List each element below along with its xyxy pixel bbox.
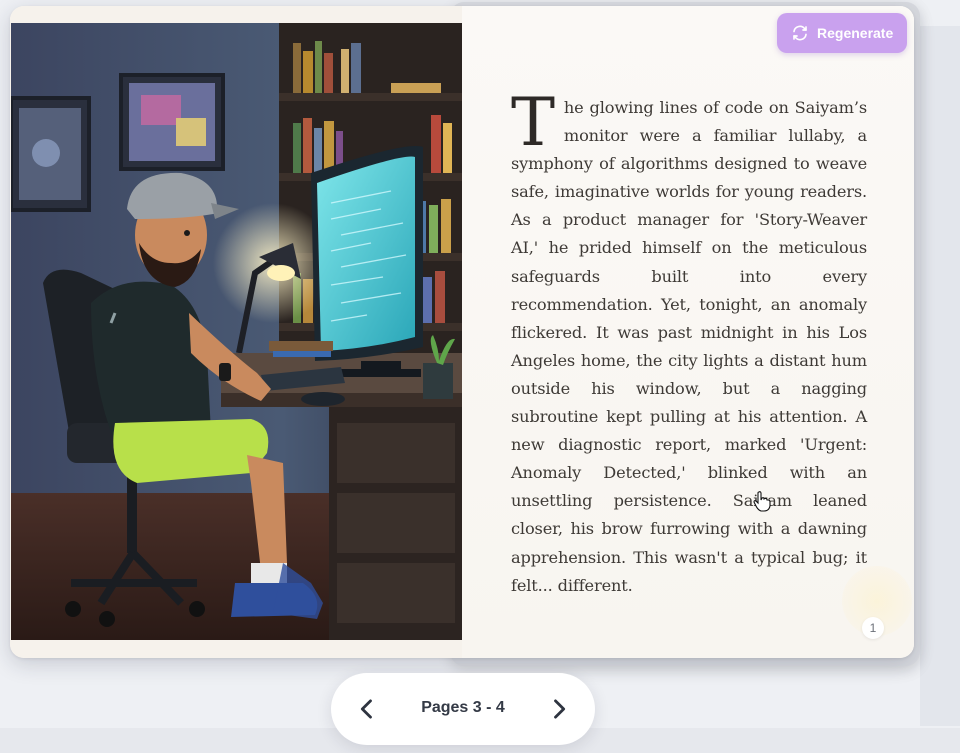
page-number-badge: 1	[862, 617, 884, 639]
regenerate-label: Regenerate	[817, 25, 894, 41]
regenerate-button[interactable]: Regenerate	[777, 13, 907, 53]
page-navigator: Pages 3 - 4	[331, 673, 595, 745]
story-text: The glowing lines of code on Saiyam’s mo…	[511, 84, 867, 600]
page-range-label: Pages 3 - 4	[421, 699, 505, 716]
drop-cap: T	[511, 84, 555, 161]
story-body: he glowing lines of code on Saiyam’s mon…	[511, 98, 867, 595]
story-illustration	[11, 23, 463, 640]
right-page: The glowing lines of code on Saiyam’s mo…	[462, 6, 914, 658]
hand-cursor-icon	[753, 491, 771, 512]
chevron-right-icon[interactable]	[545, 695, 573, 723]
left-page	[10, 6, 463, 658]
background-panel	[920, 26, 960, 726]
refresh-icon	[793, 25, 807, 41]
chevron-left-icon[interactable]	[353, 695, 381, 723]
storybook-spread: The glowing lines of code on Saiyam’s mo…	[10, 6, 914, 658]
